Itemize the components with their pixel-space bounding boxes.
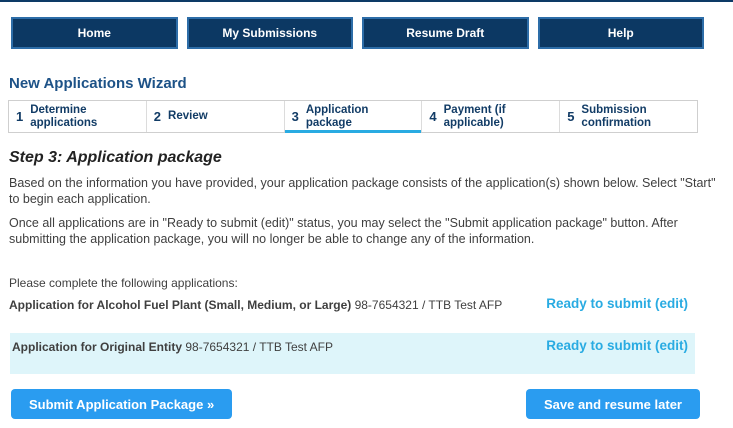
top-navigation: Home My Submissions Resume Draft Help xyxy=(11,17,704,49)
step-number: 4 xyxy=(429,109,436,124)
instructions-paragraph-2: Once all applications are in "Ready to s… xyxy=(9,216,727,247)
ready-to-submit-edit-link[interactable]: Ready to submit (edit) xyxy=(546,296,688,311)
wizard-step-application-package[interactable]: 3 Application package xyxy=(284,101,422,132)
application-details: 98-7654321 / TTB Test AFP xyxy=(351,298,502,312)
wizard-step-determine-applications[interactable]: 1 Determine applications xyxy=(9,101,146,132)
wizard-step-payment[interactable]: 4 Payment (if applicable) xyxy=(421,101,559,132)
step-label: Payment (if applicable) xyxy=(444,104,534,130)
nav-resume-draft-button[interactable]: Resume Draft xyxy=(362,17,529,49)
applications-intro: Please complete the following applicatio… xyxy=(9,276,733,290)
step-label: Determine applications xyxy=(30,104,120,130)
application-details: 98-7654321 / TTB Test AFP xyxy=(182,340,333,354)
nav-help-button[interactable]: Help xyxy=(538,17,705,49)
step-number: 5 xyxy=(567,109,574,124)
page-title: New Applications Wizard xyxy=(9,75,733,92)
application-name: Application for Original Entity 98-76543… xyxy=(12,338,333,354)
submit-application-package-button[interactable]: Submit Application Package » xyxy=(11,389,232,419)
step-number: 2 xyxy=(154,109,161,124)
application-title: Application for Original Entity xyxy=(12,340,182,354)
step-number: 1 xyxy=(16,109,23,124)
ready-to-submit-edit-link[interactable]: Ready to submit (edit) xyxy=(546,338,688,353)
application-name: Application for Alcohol Fuel Plant (Smal… xyxy=(9,296,502,312)
application-title: Application for Alcohol Fuel Plant (Smal… xyxy=(9,298,351,312)
wizard-step-submission-confirmation[interactable]: 5 Submission confirmation xyxy=(559,101,697,132)
application-row-alcohol-fuel-plant: Application for Alcohol Fuel Plant (Smal… xyxy=(9,296,688,312)
application-row-original-entity: Application for Original Entity 98-76543… xyxy=(10,333,695,374)
step-heading: Step 3: Application package xyxy=(9,149,733,167)
nav-my-submissions-button[interactable]: My Submissions xyxy=(187,17,354,49)
step-label: Application package xyxy=(306,104,396,130)
bottom-actions: Submit Application Package » Save and re… xyxy=(11,389,700,419)
step-number: 3 xyxy=(292,109,299,124)
top-divider xyxy=(0,0,733,2)
wizard-step-bar: 1 Determine applications 2 Review 3 Appl… xyxy=(8,100,698,133)
save-and-resume-later-button[interactable]: Save and resume later xyxy=(526,389,700,419)
step-label: Review xyxy=(168,110,208,123)
instructions-paragraph-1: Based on the information you have provid… xyxy=(9,176,727,207)
step-label: Submission confirmation xyxy=(581,104,671,130)
wizard-step-review[interactable]: 2 Review xyxy=(146,101,284,132)
nav-home-button[interactable]: Home xyxy=(11,17,178,49)
